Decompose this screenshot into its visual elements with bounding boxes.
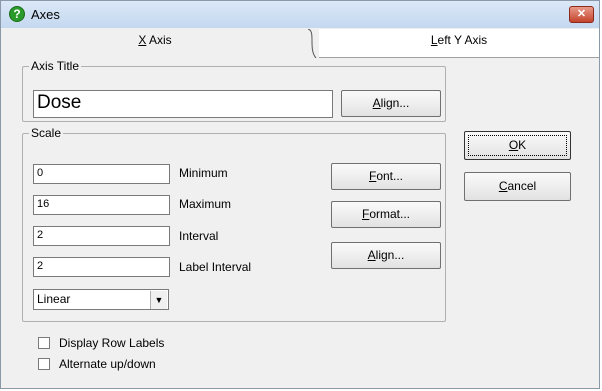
font-button[interactable]: Font...	[331, 163, 441, 190]
dropdown-arrow-icon[interactable]: ▼	[150, 291, 167, 309]
minimum-label: Minimum	[179, 166, 228, 180]
display-row-labels-checkbox[interactable]	[38, 337, 50, 349]
focus-rect	[468, 135, 567, 156]
label-interval-label: Label Interval	[179, 260, 252, 274]
scale-type-select[interactable]: Linear ▼	[33, 289, 169, 310]
tab-x-axis[interactable]: X Axis	[1, 29, 309, 58]
maximum-input[interactable]: 16	[33, 195, 170, 215]
axis-title-group-label: Axis Title	[29, 59, 82, 73]
minimum-input[interactable]: 0	[33, 164, 170, 184]
alternate-up-down-checkbox[interactable]	[38, 358, 50, 370]
tab-left-y-axis[interactable]: Left Y Axis	[319, 29, 599, 58]
format-button[interactable]: Format...	[331, 201, 441, 228]
display-row-labels-label[interactable]: Display Row Labels	[59, 336, 164, 350]
tab-divider	[307, 29, 317, 58]
window-title: Axes	[31, 7, 60, 22]
interval-label: Interval	[179, 229, 219, 243]
label-interval-input[interactable]: 2	[33, 257, 170, 277]
title-bar: ? Axes ✕	[1, 1, 599, 28]
interval-input[interactable]: 2	[33, 226, 170, 246]
axis-title-align-button[interactable]: Align...	[341, 90, 441, 117]
ok-button[interactable]: OK	[464, 131, 571, 160]
maximum-label: Maximum	[179, 197, 232, 211]
scale-type-value: Linear	[37, 292, 71, 306]
cancel-button[interactable]: Cancel	[464, 172, 571, 201]
axis-title-input[interactable]: Dose	[33, 90, 333, 118]
tab-strip: X Axis Left Y Axis	[1, 29, 599, 58]
help-icon: ?	[9, 6, 25, 22]
alternate-up-down-label[interactable]: Alternate up/down	[59, 357, 156, 371]
close-button[interactable]: ✕	[569, 6, 594, 23]
axes-dialog: ? Axes ✕ X Axis Left Y Axis Axis Title D…	[0, 0, 600, 389]
scale-group-label: Scale	[29, 126, 64, 140]
scale-align-button[interactable]: Align...	[331, 242, 441, 269]
